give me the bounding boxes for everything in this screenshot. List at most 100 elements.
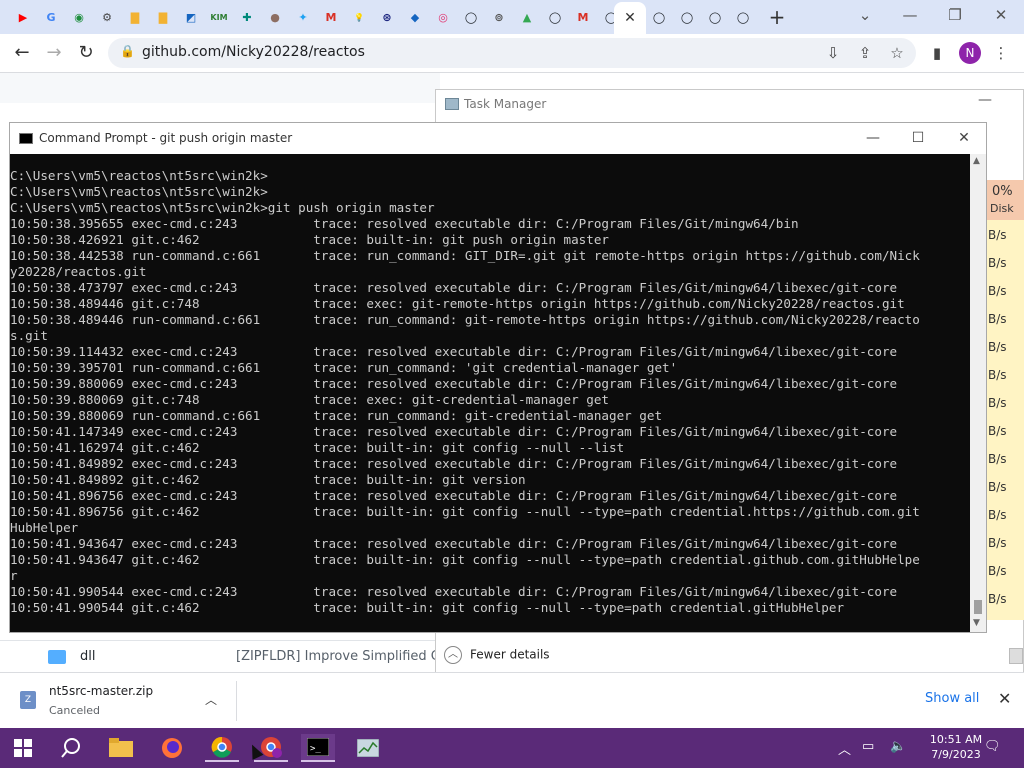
share-icon[interactable]: ⇪ <box>854 42 876 64</box>
zip-file-icon: Z <box>20 691 36 709</box>
disk-row-value: B/s <box>988 340 1007 354</box>
folder-icon[interactable]: ▇ <box>124 6 146 28</box>
browser-tab-strip: ▶ G ◉ ⚙ ▇ ▇ ◩ KIM ✚ ● ✦ M 💡 ⊛ ◆ ◎ ◯ ⊚ ▲ ◯ M ◯ ◯ ◯ ◯ ◯ ✕ + ⌄ — ❐ ✕ <box>0 0 1024 34</box>
reload-button[interactable]: ↻ <box>74 42 98 64</box>
kim-icon[interactable]: KIM <box>208 6 230 28</box>
github-icon[interactable]: ◯ <box>704 6 726 28</box>
task-manager-taskbar-button[interactable] <box>351 734 385 762</box>
github-icon[interactable]: ◯ <box>732 6 754 28</box>
console-line: 10:50:41.896756 exec-cmd.c:243 trace: re… <box>10 488 898 503</box>
side-panel-icon[interactable]: ▮ <box>926 42 948 64</box>
address-bar[interactable]: 🔒 github.com/Nicky20228/reactos <box>108 38 916 68</box>
active-tab-close-icon[interactable]: ✕ <box>614 2 646 34</box>
console-line: 10:50:38.426921 git.c:462 trace: built-i… <box>10 232 609 247</box>
cmd-icon: >_ <box>307 738 329 756</box>
divider <box>236 681 237 721</box>
system-clock[interactable]: 10:51 AM 7/9/2023 <box>924 732 988 762</box>
github-icon[interactable]: ◯ <box>648 6 670 28</box>
console-line: r <box>10 568 18 583</box>
menu-icon[interactable]: ⋮ <box>990 42 1012 64</box>
profile-avatar[interactable]: N <box>959 42 981 64</box>
task-manager-scrollbar[interactable] <box>1009 648 1023 664</box>
scroll-down-icon[interactable]: ▼ <box>973 618 980 628</box>
file-list-row[interactable]: dll [ZIPFLDR] Improve Simplified Ch <box>0 640 440 673</box>
show-all-button[interactable]: Show all <box>925 691 979 706</box>
scroll-up-icon[interactable]: ▲ <box>973 156 980 166</box>
fewer-details-button[interactable]: ︿ Fewer details <box>444 646 550 664</box>
disk-row-value: B/s <box>988 536 1007 550</box>
search-button[interactable] <box>54 734 88 762</box>
disk-row-value: B/s <box>988 396 1007 410</box>
google-icon[interactable]: G <box>40 6 62 28</box>
bookmark-star-icon[interactable]: ☆ <box>886 42 908 64</box>
page-header-strip <box>0 73 440 103</box>
download-file-name[interactable]: nt5src-master.zip <box>49 684 153 698</box>
chevron-up-icon[interactable]: ︿ <box>205 691 217 708</box>
ring-icon[interactable]: ⊚ <box>488 6 510 28</box>
disk-row-value: B/s <box>988 228 1007 242</box>
chrome-button[interactable] <box>205 734 239 762</box>
address-url: github.com/Nicky20228/reactos <box>142 44 365 60</box>
file-explorer-button[interactable] <box>104 734 138 762</box>
globe-icon[interactable]: ⊛ <box>376 6 398 28</box>
tab-search-button[interactable]: ⌄ <box>850 4 880 26</box>
folder-icon <box>109 738 133 757</box>
disk-column-header[interactable]: 0% Disk <box>984 180 1024 220</box>
chrome-icon <box>211 736 232 758</box>
command-prompt-titlebar[interactable]: Command Prompt - git push origin master … <box>10 123 986 154</box>
window-restore-button[interactable]: ❐ <box>940 4 970 26</box>
image-icon[interactable]: ◩ <box>180 6 202 28</box>
console-scrollbar[interactable]: ▲ ▼ <box>970 154 986 632</box>
gmail-icon[interactable]: M <box>320 6 342 28</box>
show-hidden-icons-icon[interactable]: ︿ <box>838 739 851 758</box>
download-shelf: Z nt5src-master.zip Canceled ︿ Show all … <box>0 672 1024 729</box>
github-icon[interactable]: ◯ <box>544 6 566 28</box>
drive-icon[interactable]: ▲ <box>516 6 538 28</box>
puzzle-icon[interactable]: ✚ <box>236 6 258 28</box>
github-icon[interactable]: ◯ <box>460 6 482 28</box>
start-button[interactable] <box>6 734 40 762</box>
window-close-button[interactable]: ✕ <box>986 4 1016 26</box>
download-status: Canceled <box>49 704 101 717</box>
file-name-link[interactable]: dll <box>80 649 95 664</box>
notifications-icon[interactable]: 🗨 <box>984 739 1001 754</box>
cmd-icon <box>19 133 33 144</box>
network-icon[interactable]: ▭ <box>862 739 874 754</box>
console-line: 10:50:38.489446 run-command.c:661 trace:… <box>10 312 920 327</box>
window-minimize-button[interactable]: — <box>895 4 925 26</box>
console-line: HubHelper <box>10 520 79 535</box>
green-circle-icon[interactable]: ◉ <box>68 6 90 28</box>
firefox-button[interactable] <box>155 734 189 762</box>
twitter-icon[interactable]: ✦ <box>292 6 314 28</box>
gmail-icon[interactable]: M <box>572 6 594 28</box>
install-icon[interactable]: ⇩ <box>822 42 844 64</box>
instagram-icon[interactable]: ◎ <box>432 6 454 28</box>
browser-toolbar: ← → ↻ 🔒 github.com/Nicky20228/reactos ⇩ … <box>0 34 1024 73</box>
github-icon[interactable]: ◯ <box>676 6 698 28</box>
scroll-thumb[interactable] <box>974 600 982 614</box>
close-button[interactable]: ✕ <box>949 127 979 149</box>
maximize-button[interactable]: ☐ <box>903 127 933 149</box>
commit-message-link[interactable]: [ZIPFLDR] Improve Simplified Ch <box>236 649 436 664</box>
console-line: 10:50:41.990544 git.c:462 trace: built-i… <box>10 600 845 615</box>
volume-icon[interactable]: 🔈 <box>890 739 906 754</box>
bulb-icon[interactable]: 💡 <box>348 6 370 28</box>
circle-icon[interactable]: ● <box>264 6 286 28</box>
new-tab-button[interactable]: + <box>766 6 788 28</box>
sonic-icon[interactable]: ◆ <box>404 6 426 28</box>
console-line: 10:50:38.395655 exec-cmd.c:243 trace: re… <box>10 216 799 231</box>
folder-icon[interactable]: ▇ <box>152 6 174 28</box>
console-line: s.git <box>10 328 48 343</box>
disk-row-value: B/s <box>988 256 1007 270</box>
youtube-icon[interactable]: ▶ <box>12 6 34 28</box>
forward-button[interactable]: → <box>42 42 66 64</box>
gear-icon[interactable]: ⚙ <box>96 6 118 28</box>
command-prompt-taskbar-button[interactable]: >_ <box>301 734 335 762</box>
clock-date: 7/9/2023 <box>931 748 981 761</box>
console-line: 10:50:39.880069 exec-cmd.c:243 trace: re… <box>10 376 898 391</box>
close-shelf-icon[interactable]: ✕ <box>998 689 1011 708</box>
task-manager-minimize-button[interactable]: — <box>978 92 992 108</box>
back-button[interactable]: ← <box>10 42 34 64</box>
minimize-button[interactable]: — <box>858 127 888 149</box>
console-output[interactable]: C:\Users\vm5\reactos\nt5src\win2k> C:\Use… <box>10 154 970 632</box>
